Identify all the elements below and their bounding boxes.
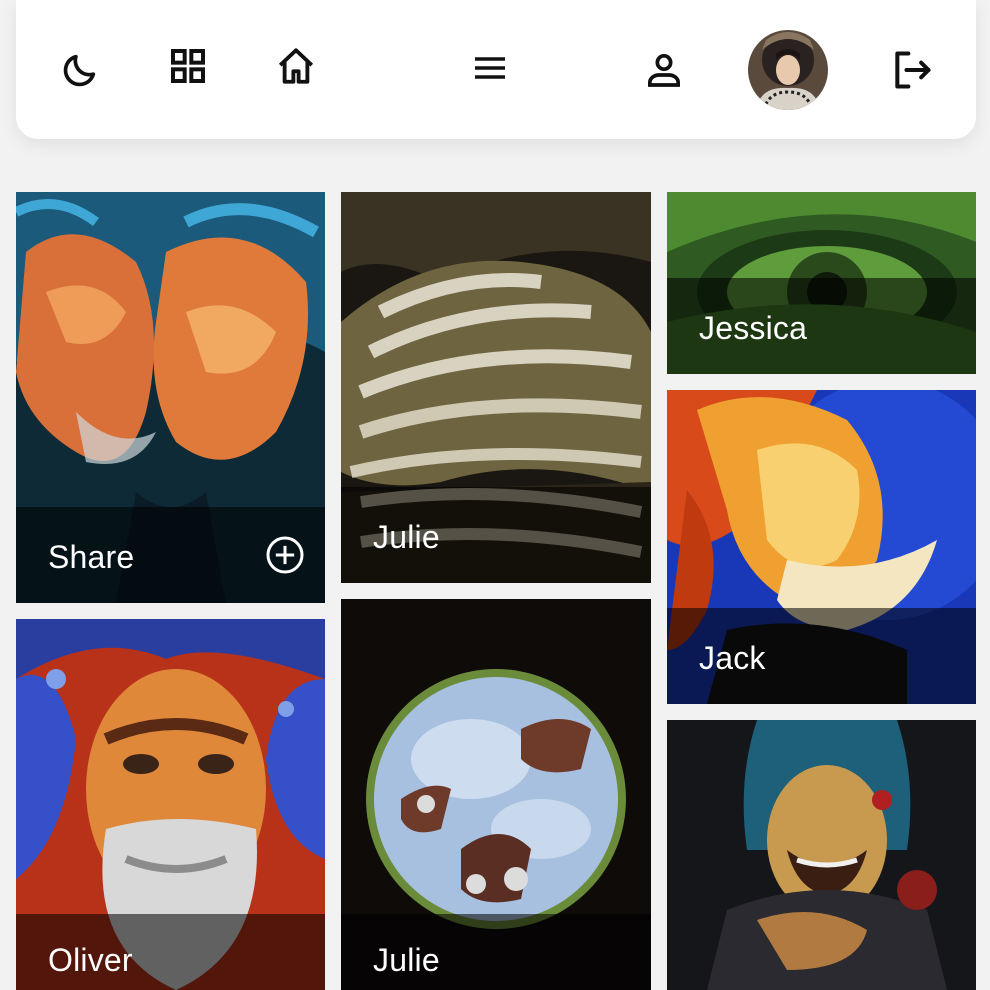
card-label: Julie — [373, 942, 440, 978]
card-jack[interactable]: Jack — [667, 390, 976, 704]
card-caption: Oliver — [16, 914, 325, 990]
card-jessica[interactable]: Jessica — [667, 192, 976, 374]
card-share[interactable]: Share — [16, 192, 325, 603]
card-caption: Jessica — [667, 278, 976, 374]
card-label: Julie — [373, 519, 440, 555]
artwork-image — [667, 720, 976, 990]
user-icon — [648, 54, 680, 87]
card-oliver[interactable]: Oliver — [16, 619, 325, 990]
top-navbar — [16, 0, 976, 139]
menu-icon — [475, 57, 505, 79]
card-label: Jack — [699, 640, 766, 676]
card-caption: Julie — [341, 914, 651, 990]
home-button[interactable] — [272, 42, 320, 90]
dark-mode-toggle[interactable] — [56, 48, 104, 92]
logout-button[interactable] — [888, 48, 936, 92]
moon-icon — [63, 54, 96, 87]
card-untitled[interactable] — [667, 720, 976, 990]
logout-icon — [895, 51, 931, 89]
card-julie-zebra[interactable]: Julie — [341, 192, 651, 583]
card-caption: Julie — [341, 487, 651, 583]
card-label: Jessica — [699, 310, 808, 346]
home-icon — [278, 48, 314, 84]
card-caption: Share — [16, 507, 325, 603]
card-caption: Jack — [667, 608, 976, 704]
grid-icon — [171, 49, 205, 83]
share-add-button[interactable] — [265, 535, 305, 575]
card-label: Oliver — [48, 942, 133, 978]
menu-button[interactable] — [468, 46, 512, 90]
profile-button[interactable] — [640, 48, 688, 92]
plus-circle-icon — [266, 536, 304, 574]
card-julie-circle[interactable]: Julie — [341, 599, 651, 990]
grid-view-button[interactable] — [164, 44, 212, 88]
card-label: Share — [48, 539, 135, 575]
avatar[interactable] — [748, 30, 828, 110]
